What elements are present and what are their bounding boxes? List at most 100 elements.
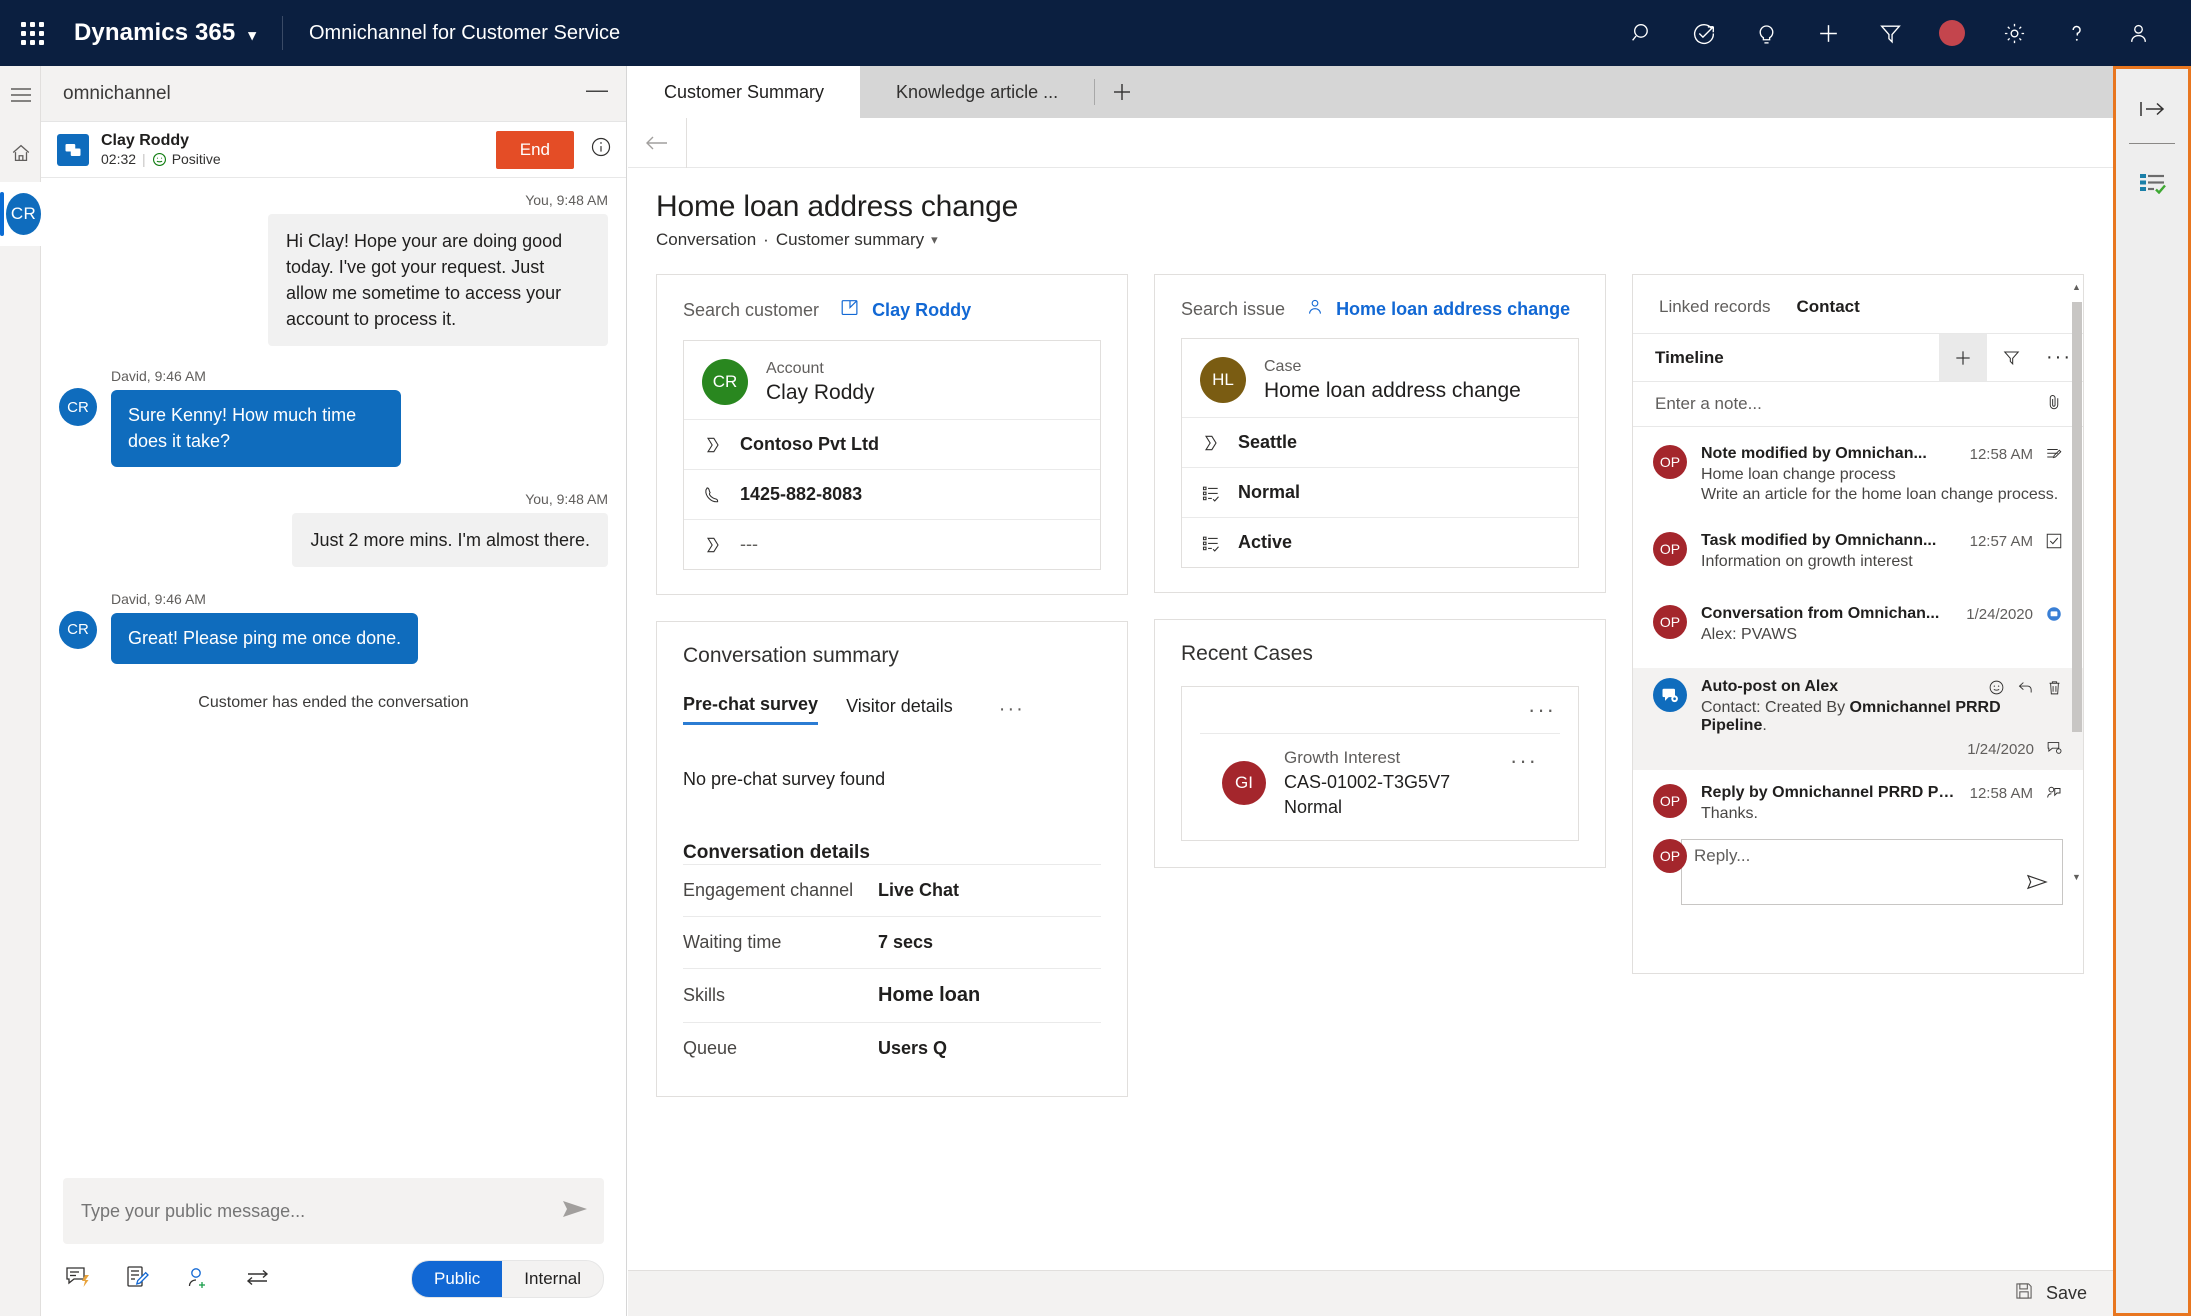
issue-field-priority: Normal (1182, 467, 1578, 517)
list-item[interactable]: Auto-post on Alex Contact: Created By Om… (1633, 668, 2083, 770)
send-icon[interactable] (562, 1198, 588, 1225)
record-dot-icon[interactable] (1921, 0, 1983, 66)
issue-record-box: HL Case Home loan address change Seattle (1181, 338, 1579, 568)
agent-script-icon[interactable] (2116, 154, 2188, 210)
list-item[interactable]: OP Reply by Omnichannel PRRD Pipeline 12… (1633, 774, 2083, 833)
customer-search-value[interactable]: Clay Roddy (839, 297, 971, 324)
detail-key: Queue (683, 1038, 738, 1058)
chat-channel-icon (57, 133, 89, 166)
chevron-down-icon[interactable]: ▾ (931, 232, 938, 248)
tab-visitor-details[interactable]: Visitor details (846, 696, 953, 724)
scrollbar-thumb[interactable] (2072, 302, 2082, 732)
timeline-item-desc: Contact: Created By Omnichannel PRRD Pip… (1701, 699, 2063, 735)
tab-knowledge-article[interactable]: Knowledge article ... (860, 66, 1094, 118)
timeline-reply-box[interactable]: Reply... (1681, 839, 2063, 905)
timeline-add-plus-icon[interactable] (1939, 333, 1987, 382)
message-compose-area (41, 1178, 626, 1244)
user-icon[interactable] (2107, 0, 2169, 66)
brand-chevron-down-icon[interactable]: ▾ (248, 26, 256, 44)
issue-search-row: Search issue Home loan address change (1155, 275, 1605, 338)
help-icon[interactable] (2045, 0, 2107, 66)
issue-search-value[interactable]: Home loan address change (1305, 297, 1570, 322)
plus-icon[interactable] (1797, 0, 1859, 66)
toggle-internal-option[interactable]: Internal (502, 1261, 603, 1297)
gear-icon[interactable] (1983, 0, 2045, 66)
add-tab-plus-icon[interactable] (1095, 66, 1149, 118)
customer-search-text: Clay Roddy (872, 300, 972, 320)
timeline-item-time: 12:58 AM (1969, 445, 2033, 463)
info-icon[interactable] (590, 136, 612, 163)
recent-cases-card: Recent Cases ··· GI Growth Interest CAS-… (1154, 619, 1606, 868)
conversation-summary-tabs: Pre-chat survey Visitor details ··· (683, 694, 1101, 725)
back-arrow-icon[interactable] (628, 118, 686, 168)
breadcrumb-form[interactable]: Customer summary (776, 230, 924, 250)
home-icon[interactable] (0, 124, 41, 182)
breadcrumb-separator: · (763, 230, 769, 249)
case-person-icon (1305, 297, 1325, 322)
hamburger-icon[interactable] (0, 66, 41, 124)
end-conversation-button[interactable]: End (495, 130, 574, 169)
tab-customer-summary[interactable]: Customer Summary (628, 66, 861, 118)
row-more-icon[interactable]: ··· (1510, 748, 1538, 774)
timeline-reply-row: OP Reply... (1633, 833, 2083, 915)
minimize-icon[interactable]: — (586, 78, 608, 109)
list-item[interactable]: OP Note modified by Omnichan... 12:58 AM (1633, 435, 2083, 514)
timeline-card: Linked records Contact Timeline ··· Ente… (1632, 274, 2084, 974)
command-bar (628, 117, 2113, 168)
conversation-panel: omnichannel — Clay Roddy 02:32 | Positiv… (41, 66, 627, 1316)
add-agent-icon[interactable] (185, 1265, 211, 1294)
lightbulb-icon[interactable] (1735, 0, 1797, 66)
toggle-public-option[interactable]: Public (411, 1261, 503, 1297)
app-launcher-waffle-icon[interactable] (0, 21, 64, 45)
list-check-icon (1200, 533, 1222, 553)
list-item[interactable]: OP Task modified by Omnichann... 12:57 A… (1633, 522, 2083, 581)
note-edit-icon[interactable] (125, 1265, 151, 1294)
more-icon[interactable]: ··· (999, 698, 1025, 721)
quick-reply-icon[interactable] (65, 1265, 91, 1294)
desc-suffix: . (1762, 717, 1767, 734)
timeline-item-title: Conversation from Omnichan... (1701, 605, 1940, 622)
scroll-up-arrow-icon[interactable]: ▲ (2072, 282, 2081, 292)
timeline-scrollbar[interactable]: ▲ ▼ (2070, 282, 2084, 882)
reply-arrow-icon[interactable] (2017, 679, 2034, 696)
table-row[interactable]: GI Growth Interest CAS-01002-T3G5V7 Norm… (1200, 733, 1560, 840)
issue-field-status: Active (1182, 517, 1578, 567)
emoji-icon[interactable] (1988, 679, 2005, 696)
column-issue: Search issue Home loan address change HL (1154, 274, 1606, 1274)
form-footer: Save (628, 1270, 2113, 1316)
recent-cases-more-icon[interactable]: ··· (1182, 687, 1578, 723)
tab-linked-records[interactable]: Linked records (1659, 297, 1771, 317)
detail-row: Engagement channel Live Chat (683, 864, 1101, 916)
timeline-item-desc: Home loan change process (1701, 466, 1896, 483)
customer-search-row: Search customer Clay Roddy (657, 275, 1127, 340)
avatar: CR (702, 359, 748, 405)
paperclip-icon[interactable] (2045, 392, 2063, 417)
tab-pre-chat-survey[interactable]: Pre-chat survey (683, 694, 819, 725)
trash-icon[interactable] (2046, 679, 2063, 696)
public-internal-toggle[interactable]: Public Internal (410, 1260, 604, 1298)
search-icon[interactable] (1611, 0, 1673, 66)
record-type-label: Case (1264, 357, 1302, 375)
list-item[interactable]: OP Conversation from Omnichan... 1/24/20… (1633, 595, 2083, 654)
timeline-filter-icon[interactable] (1987, 334, 2035, 382)
avatar: OP (1653, 445, 1687, 479)
send-icon[interactable] (2026, 873, 2048, 896)
transfer-icon[interactable] (245, 1265, 271, 1294)
case-priority: Normal (1284, 797, 1343, 817)
timeline-note-input-row[interactable]: Enter a note... (1633, 381, 2083, 427)
save-button[interactable]: Save (2014, 1281, 2087, 1306)
post-settings-icon[interactable] (2046, 739, 2063, 760)
check-circle-arrow-icon[interactable] (1673, 0, 1735, 66)
tag-icon (702, 535, 724, 555)
field-value: 1425-882-8083 (740, 484, 863, 504)
brand-title[interactable]: Dynamics 365 ▾ (64, 19, 256, 47)
compose-box[interactable] (63, 1178, 604, 1244)
message-input[interactable] (81, 1200, 562, 1222)
filter-icon[interactable] (1859, 0, 1921, 66)
sidebar-item-active-session[interactable]: CR (0, 182, 41, 246)
scroll-down-arrow-icon[interactable]: ▼ (2072, 872, 2081, 882)
tab-contact[interactable]: Contact (1797, 297, 1860, 317)
post-config-icon (1653, 678, 1687, 712)
meta-divider: | (142, 151, 146, 167)
expand-panel-icon[interactable] (2116, 81, 2188, 137)
